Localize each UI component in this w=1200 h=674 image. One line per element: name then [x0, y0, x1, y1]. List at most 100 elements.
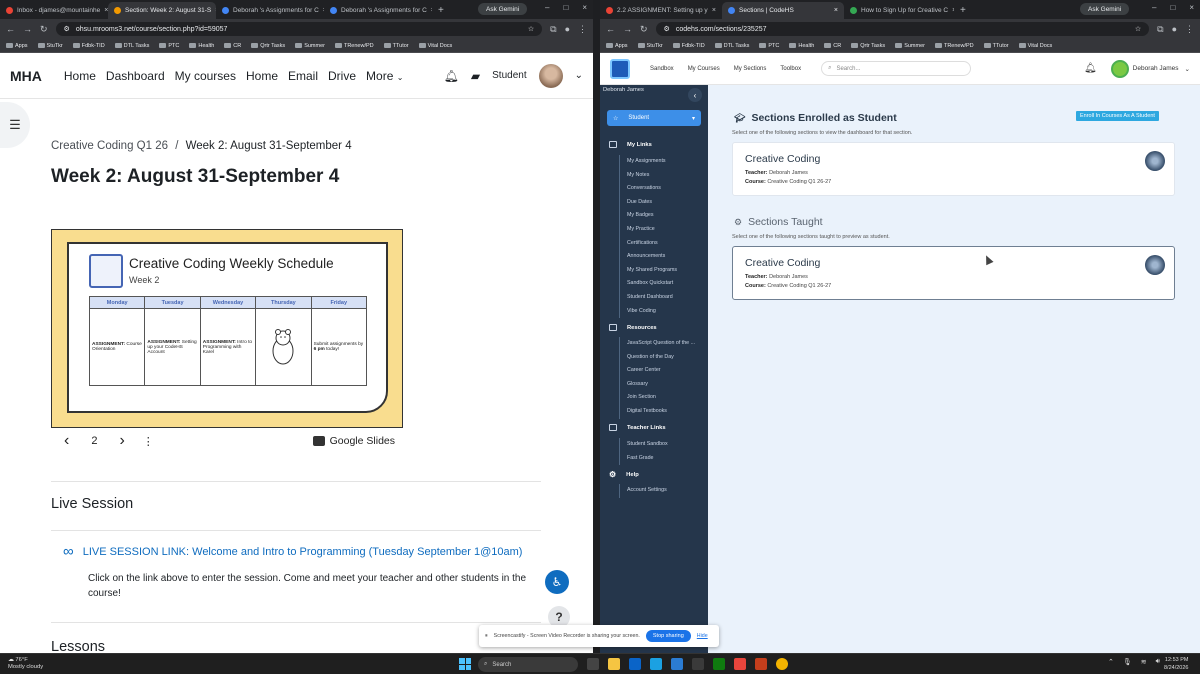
bookmark[interactable]: Summer [895, 43, 925, 49]
sidebar-group-help[interactable]: ⚙ Help [609, 470, 639, 479]
messages-icon[interactable]: ▰ [471, 69, 480, 83]
sidebar-group-my-links[interactable]: My Links [609, 141, 652, 148]
bookmark[interactable]: Vital Docs [418, 43, 452, 49]
collapse-sidebar-icon[interactable]: ‹ [688, 88, 702, 102]
sidebar-item[interactable]: Announcements [627, 250, 677, 264]
bookmark[interactable]: Health [789, 43, 814, 49]
course-index-toggle[interactable]: ☰ [0, 102, 30, 148]
volume-icon[interactable]: 🔊︎ [1156, 658, 1160, 666]
next-slide-button[interactable]: › [119, 432, 124, 450]
extensions-icon[interactable]: ⧉ [1157, 24, 1163, 35]
bookmark[interactable]: StuTkr [637, 43, 663, 49]
close-icon[interactable]: × [834, 7, 838, 14]
bookmark[interactable]: TRenew/PD [334, 43, 374, 49]
clock[interactable]: 12:53 PM 8/24/2026 [1164, 656, 1188, 672]
powerpoint-icon[interactable] [755, 658, 767, 670]
wifi-icon[interactable]: ≋ [1141, 658, 1147, 666]
teams-icon[interactable] [629, 658, 641, 670]
close-window-icon[interactable]: × [582, 3, 587, 12]
accessibility-icon[interactable]: ♿︎ [545, 570, 569, 594]
bookmark-apps[interactable]: Apps [6, 43, 28, 49]
enrolled-section-card[interactable]: Creative Coding Teacher: Deborah James C… [732, 142, 1175, 196]
embedded-slide[interactable]: Creative Coding Weekly Schedule Week 2 M… [51, 229, 403, 428]
edge-icon[interactable] [650, 658, 662, 670]
weather-widget[interactable]: ☁ 76°F Mostly cloudy [8, 657, 43, 671]
back-icon[interactable]: ← [606, 24, 615, 34]
sidebar-item[interactable]: Question of the Day [627, 351, 695, 365]
profile-icon[interactable]: ● [1172, 24, 1177, 34]
bookmark[interactable]: TRenew/PD [934, 43, 974, 49]
minimize-icon[interactable]: – [1152, 3, 1156, 12]
reload-icon[interactable]: ↻ [40, 24, 48, 35]
chrome-icon[interactable] [776, 658, 788, 670]
nav-my-courses[interactable]: My courses [175, 69, 236, 83]
bookmark[interactable]: StuTkr [37, 43, 63, 49]
nav-dashboard[interactable]: Dashboard [106, 69, 165, 83]
file-explorer-icon[interactable] [608, 658, 620, 670]
site-info-icon[interactable]: ⚙ [664, 25, 670, 33]
tab-assignments-1[interactable]: Deborah 's Assignments for C× [216, 2, 324, 19]
store-icon[interactable] [692, 658, 704, 670]
sidebar-item[interactable]: Student Dashboard [627, 291, 677, 305]
nav-sandbox[interactable]: Sandbox [650, 66, 674, 72]
profile-icon[interactable]: ● [565, 24, 570, 34]
notifications-bell-icon[interactable]: 🔔︎ [1084, 63, 1097, 74]
sidebar-item[interactable]: Digital Textbooks [627, 405, 695, 419]
minimize-icon[interactable]: – [545, 3, 549, 12]
nav-home-2[interactable]: Home [246, 69, 278, 83]
sidebar-item[interactable]: My Practice [627, 223, 677, 237]
sidebar-item[interactable]: Career Center [627, 364, 695, 378]
close-icon[interactable]: × [712, 7, 716, 14]
back-icon[interactable]: ← [6, 24, 15, 34]
sidebar-item[interactable]: Due Dates [627, 196, 677, 210]
maximize-icon[interactable]: □ [563, 3, 568, 12]
sidebar-item[interactable]: My Badges [627, 209, 677, 223]
codehs-logo-icon[interactable] [610, 58, 630, 79]
site-info-icon[interactable]: ⚙ [64, 25, 70, 33]
reload-icon[interactable]: ↻ [640, 24, 648, 35]
nav-more[interactable]: More ⌄ [366, 69, 403, 83]
maximize-icon[interactable]: □ [1170, 3, 1175, 12]
role-selector[interactable]: ☆ Student ▾ [607, 110, 701, 126]
new-tab-button[interactable]: + [954, 2, 972, 19]
stop-sharing-button[interactable]: Stop sharing [645, 630, 691, 642]
breadcrumb-section[interactable]: Week 2: August 31-September 4 [186, 140, 352, 152]
open-google-slides[interactable]: Google Slides [312, 435, 395, 447]
bell-icon[interactable]: 🔔︎ [444, 69, 459, 83]
star-icon[interactable]: ☆ [528, 25, 534, 33]
bookmark[interactable]: TTutor [983, 43, 1009, 49]
bookmark[interactable]: Summer [295, 43, 325, 49]
breadcrumb-course[interactable]: Creative Coding Q1 26 [51, 140, 168, 152]
menu-icon[interactable]: ⋮ [578, 24, 587, 35]
nav-toolbox[interactable]: Toolbox [780, 66, 801, 72]
bookmark[interactable]: Fdbk-TID [672, 43, 705, 49]
sidebar-item[interactable]: Student Sandbox [627, 438, 668, 452]
tab-how-to-sign-up[interactable]: How to Sign Up for Creative C× [844, 2, 954, 19]
bookmark[interactable]: PTC [759, 43, 779, 49]
tab-assignments-2[interactable]: Deborah 's Assignments for C× [324, 2, 432, 19]
word-icon[interactable] [671, 658, 683, 670]
chevron-up-icon[interactable]: ⌃ [1108, 658, 1114, 666]
hide-toast-link[interactable]: Hide [697, 633, 708, 639]
taught-section-card[interactable]: Creative Coding Teacher: Deborah James C… [732, 246, 1175, 300]
close-window-icon[interactable]: × [1189, 3, 1194, 12]
bookmark[interactable]: Health [189, 43, 214, 49]
sidebar-item[interactable]: My Shared Programs [627, 264, 677, 278]
nav-email[interactable]: Email [288, 69, 318, 83]
bookmark[interactable]: Qrtr Tasks [851, 43, 885, 49]
sidebar-item[interactable]: Fast Grade [627, 452, 668, 466]
windows-start-icon[interactable] [459, 658, 471, 670]
tab-sections[interactable]: Sections | CodeHS × [722, 2, 844, 19]
nav-my-sections[interactable]: My Sections [734, 66, 767, 72]
sidebar-group-resources[interactable]: Resources [609, 324, 657, 331]
bookmark[interactable]: DTL Tasks [714, 43, 749, 49]
bookmark[interactable]: DTL Tasks [114, 43, 149, 49]
mic-icon[interactable]: 🎙︎ [1123, 658, 1132, 666]
task-view-icon[interactable] [587, 658, 599, 670]
ask-gemini-button[interactable]: Ask Gemini [478, 3, 528, 15]
tab-assignment[interactable]: 2.2 ASSIGNMENT: Setting up y × [600, 2, 722, 19]
bookmark[interactable]: CR [824, 43, 841, 49]
chevron-down-icon[interactable]: ⌄ [575, 70, 583, 81]
sidebar-item[interactable]: JavaScript Question of the ... [627, 337, 695, 351]
bookmark-apps[interactable]: Apps [606, 43, 628, 49]
